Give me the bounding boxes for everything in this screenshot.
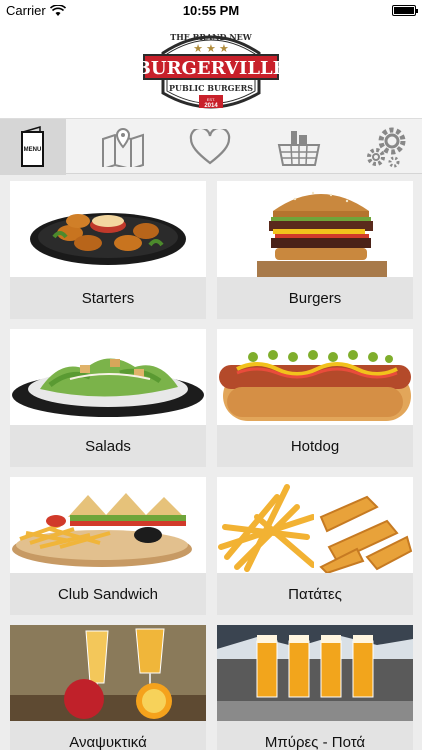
- category-label: Μπύρες - Ποτά: [217, 721, 413, 750]
- logo-stars: ★ ★ ★: [193, 43, 229, 55]
- logo-est: EST.: [207, 97, 215, 102]
- burgerville-logo: THE BRAND NEW ★ ★ ★ BURGERVILLE PUBLIC B…: [141, 32, 281, 109]
- category-tile-soft-drinks[interactable]: Αναψυκτικά: [10, 625, 206, 750]
- category-tile-starters[interactable]: Starters: [10, 181, 206, 319]
- category-label: Starters: [10, 277, 206, 319]
- menu-card-label: MENU: [24, 147, 42, 153]
- category-tile-beer-drinks[interactable]: Μπύρες - Ποτά: [217, 625, 413, 750]
- toolbar-menu-button[interactable]: MENU: [0, 119, 66, 175]
- category-label: Αναψυκτικά: [10, 721, 206, 750]
- battery-icon: [392, 5, 418, 16]
- gears-icon: [367, 127, 406, 168]
- toolbar-settings-button[interactable]: [352, 119, 422, 175]
- main-toolbar: MENU: [0, 118, 422, 175]
- logo-brand: BURGERVILLE: [141, 58, 281, 79]
- toolbar-basket-button[interactable]: [264, 119, 334, 175]
- logo-top-text: THE BRAND NEW: [170, 32, 252, 42]
- category-tile-salads[interactable]: Salads: [10, 329, 206, 467]
- club-sandwich-image: [10, 477, 206, 573]
- header-logo-area: THE BRAND NEW ★ ★ ★ BURGERVILLE PUBLIC B…: [0, 20, 422, 118]
- beer-drinks-image: [217, 625, 413, 721]
- soft-drinks-image: [10, 625, 206, 721]
- basket-icon: [277, 131, 321, 166]
- category-tile-hotdog[interactable]: Hotdog: [217, 329, 413, 467]
- category-label: Club Sandwich: [10, 573, 206, 615]
- category-tile-burgers[interactable]: Burgers: [217, 181, 413, 319]
- category-label: Burgers: [217, 277, 413, 319]
- menu-card-icon: MENU: [21, 126, 44, 167]
- category-tile-fries[interactable]: Πατάτες: [217, 477, 413, 615]
- salads-image: [10, 329, 206, 425]
- toolbar-favorites-button[interactable]: [175, 119, 245, 175]
- map-icon: [102, 127, 144, 167]
- burgers-image: [217, 181, 413, 277]
- logo-bottom-text: PUBLIC BURGERS: [169, 83, 253, 93]
- heart-icon: [189, 129, 231, 165]
- category-label: Hotdog: [217, 425, 413, 467]
- status-time: 10:55 PM: [182, 3, 240, 18]
- fries-image: [217, 477, 413, 573]
- toolbar-map-button[interactable]: [88, 119, 158, 175]
- category-label: Πατάτες: [217, 573, 413, 615]
- hotdog-image: [217, 329, 413, 425]
- status-bar: Carrier 10:55 PM: [0, 0, 422, 20]
- logo-year: 2014: [204, 103, 218, 109]
- category-tile-club-sandwich[interactable]: Club Sandwich: [10, 477, 206, 615]
- starters-image: [10, 181, 206, 277]
- category-label: Salads: [10, 425, 206, 467]
